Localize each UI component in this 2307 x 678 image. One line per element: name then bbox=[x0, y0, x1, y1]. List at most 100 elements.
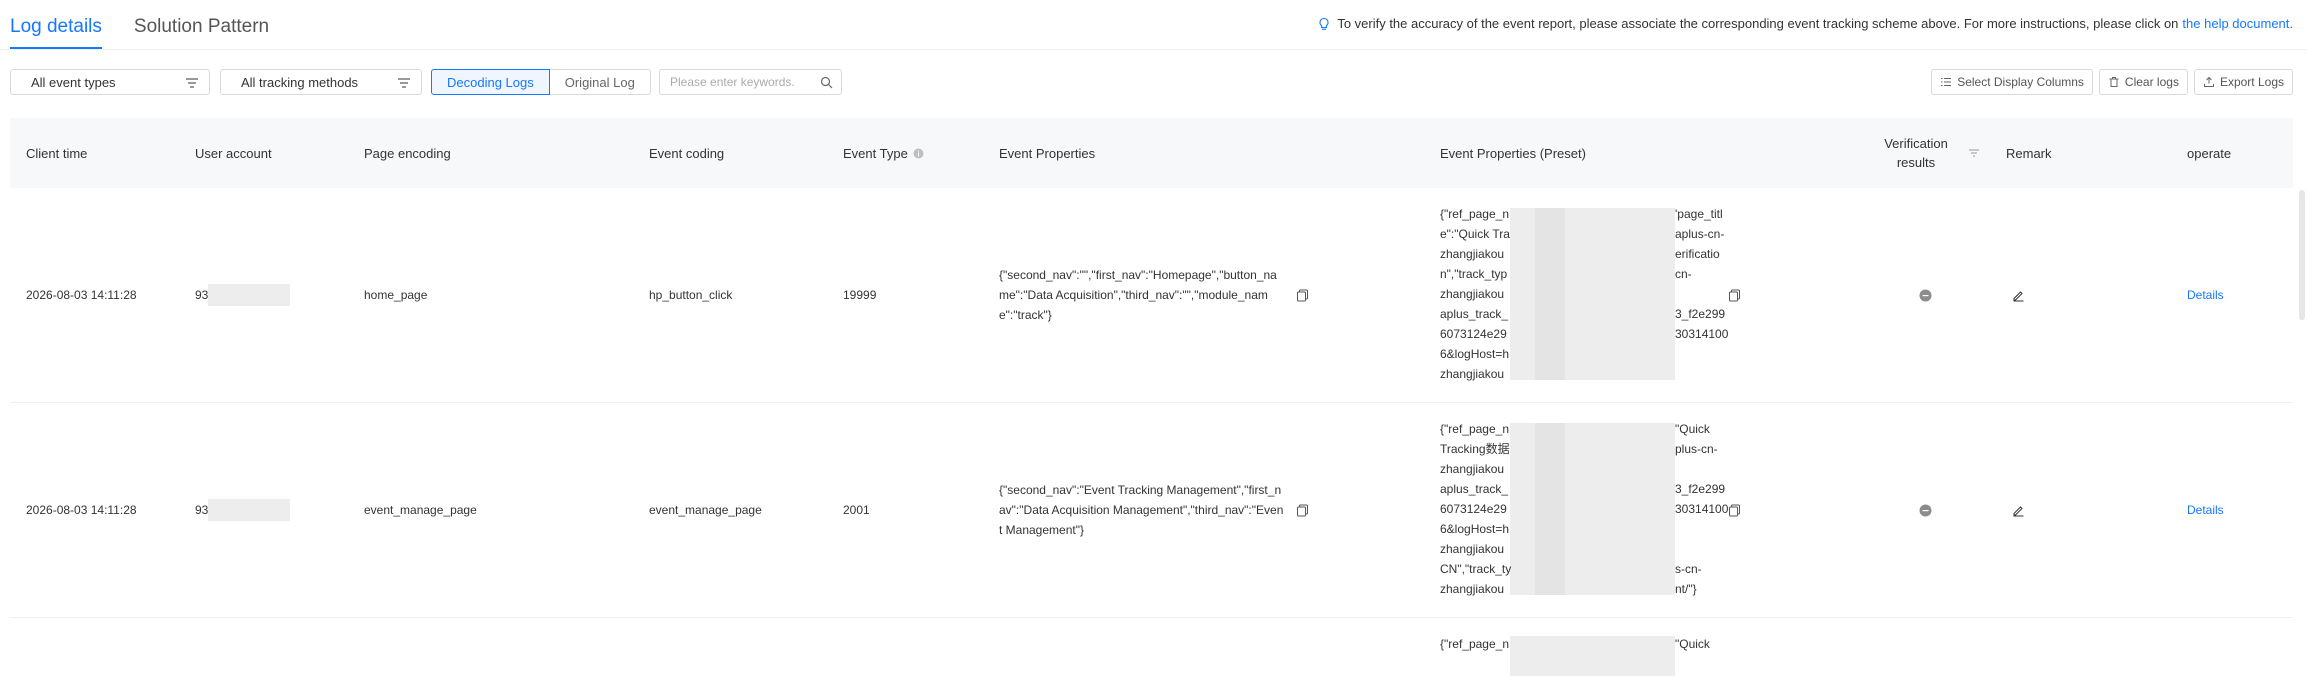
edit-icon[interactable] bbox=[2012, 504, 2025, 517]
preset-line: zhangjiakou bbox=[1440, 284, 1730, 304]
preset-line-end: 3_f2e299 bbox=[1675, 482, 1726, 496]
table-actions: Select Display Columns Clear logs Export… bbox=[1931, 69, 2293, 95]
page-encoding-cell: home_page bbox=[364, 288, 428, 302]
edit-icon[interactable] bbox=[2012, 289, 2025, 302]
toolbar: All event types All tracking methods Dec… bbox=[10, 69, 2293, 97]
filter-icon bbox=[186, 78, 198, 88]
event-properties-cell: {"second_nav":"Event Tracking Management… bbox=[999, 483, 1284, 537]
redacted-block bbox=[208, 284, 291, 306]
preset-line-end: cn- bbox=[1675, 267, 1692, 281]
preset-line-start: zhangjiakou bbox=[1440, 462, 1505, 476]
verification-cell bbox=[1919, 403, 1932, 617]
minus-circle-icon bbox=[1919, 289, 1932, 301]
preset-line-start: {"ref_page_n bbox=[1440, 207, 1509, 221]
list-icon bbox=[1941, 78, 1952, 86]
details-link[interactable]: Details bbox=[2187, 188, 2224, 402]
copy-preset-cell bbox=[1728, 188, 1741, 402]
filter-icon[interactable] bbox=[1968, 147, 1980, 159]
export-logs-button[interactable]: Export Logs bbox=[2193, 69, 2293, 95]
copy-icon[interactable] bbox=[1728, 504, 1741, 517]
page-encoding-cell: event_manage_page bbox=[364, 503, 477, 517]
header-event-properties-preset: Event Properties (Preset) bbox=[1440, 145, 1586, 161]
minus-circle-icon bbox=[1919, 504, 1932, 516]
export-icon bbox=[2203, 76, 2214, 87]
preset-line-start: CN","track_ty bbox=[1440, 562, 1512, 576]
preset-line: Tracking数据 plus-cn- bbox=[1440, 439, 1730, 459]
tab-solution-pattern[interactable]: Solution Pattern bbox=[134, 0, 269, 50]
clear-logs-label: Clear logs bbox=[2124, 75, 2179, 89]
event-type-select-value: All event types bbox=[31, 74, 116, 90]
preset-line-end: "Quick bbox=[1675, 637, 1710, 651]
preset-line-start: zhangjiakou bbox=[1440, 542, 1505, 556]
copy-icon[interactable] bbox=[1296, 289, 1309, 302]
preset-line-start: n","track_typ bbox=[1440, 267, 1508, 281]
tab-bar: Log details Solution Pattern bbox=[10, 0, 301, 50]
copy-properties-cell bbox=[1296, 188, 1309, 402]
search-input[interactable] bbox=[668, 74, 812, 90]
copy-icon[interactable] bbox=[1728, 289, 1741, 302]
remark-cell bbox=[2012, 403, 2025, 617]
notice-text: To verify the accuracy of the event repo… bbox=[1337, 16, 2179, 31]
preset-line: e":"Quick Tra aplus-cn- bbox=[1440, 224, 1730, 244]
event-type-select[interactable]: All event types bbox=[10, 69, 210, 95]
event-type-cell: 19999 bbox=[843, 288, 877, 302]
preset-line-end: aplus-cn- bbox=[1675, 227, 1725, 241]
preset-line-end: nt/"} bbox=[1675, 582, 1697, 596]
preset-line: zhangjiakou bbox=[1440, 364, 1730, 384]
header-verification-line1: Verification bbox=[1884, 136, 1948, 151]
preset-lines: {"ref_page_n "Quick bbox=[1440, 634, 1730, 654]
preset-line: zhangjiakou bbox=[1440, 539, 1730, 559]
header-operate: operate bbox=[2187, 145, 2232, 161]
preset-line-start: 6073124e29 bbox=[1440, 327, 1507, 341]
decoding-logs-button[interactable]: Decoding Logs bbox=[431, 69, 550, 95]
header-filter-cell bbox=[1968, 118, 1980, 188]
tracking-method-select[interactable]: All tracking methods bbox=[220, 69, 422, 95]
preset-line-end: 'page_titl bbox=[1675, 207, 1723, 221]
help-document-link[interactable]: the help document. bbox=[2182, 16, 2293, 31]
preset-line-start: 6&logHost=h bbox=[1440, 347, 1510, 361]
preset-line-end: plus-cn- bbox=[1675, 442, 1718, 456]
preset-line-start: aplus_track_ bbox=[1440, 482, 1509, 496]
preset-line: zhangjiakou nt/"} bbox=[1440, 579, 1730, 599]
preset-line-start: zhangjiakou bbox=[1440, 287, 1505, 301]
keyword-search bbox=[659, 69, 842, 95]
preset-line: zhangjiakou erificatio bbox=[1440, 244, 1730, 264]
user-account-value: 93 bbox=[195, 503, 209, 517]
tracking-method-select-value: All tracking methods bbox=[241, 74, 359, 90]
preset-line-start: e":"Quick Tra bbox=[1440, 227, 1510, 241]
copy-icon[interactable] bbox=[1296, 504, 1309, 517]
search-icon[interactable] bbox=[820, 76, 833, 89]
select-display-columns-label: Select Display Columns bbox=[1957, 75, 2084, 89]
client-time-cell: 2026-08-03 14:11:28 bbox=[26, 503, 137, 517]
info-icon[interactable] bbox=[913, 148, 924, 159]
preset-line: {"ref_page_n "Quick bbox=[1440, 419, 1730, 439]
preset-line: CN","track_ty s-cn- bbox=[1440, 559, 1730, 579]
client-time-cell: 2026-08-03 14:11:28 bbox=[26, 288, 137, 302]
event-coding-cell: event_manage_page bbox=[649, 503, 762, 517]
table-header: Client time User account Page encoding E… bbox=[10, 118, 2293, 188]
table-scrollbar[interactable] bbox=[2299, 190, 2305, 320]
header-verification-results: Verification results bbox=[1876, 118, 1956, 188]
user-account-value: 93 bbox=[195, 288, 209, 302]
event-properties-cell: {"second_nav":"","first_nav":"Homepage",… bbox=[999, 268, 1277, 322]
user-account-cell: 93 bbox=[195, 188, 291, 402]
select-display-columns-button[interactable]: Select Display Columns bbox=[1931, 69, 2093, 95]
preset-line-end: "Quick bbox=[1675, 422, 1710, 436]
preset-properties-cell: {"ref_page_n "Quick bbox=[1440, 634, 1730, 676]
table-row: {"ref_page_n "Quick bbox=[10, 618, 2293, 678]
preset-properties-cell: {"ref_page_n "Quick Tracking数据 plus-cn-zhan… bbox=[1440, 419, 1730, 599]
verification-cell bbox=[1919, 188, 1932, 402]
preset-line-end: 3_f2e299 bbox=[1675, 307, 1726, 321]
event-coding-cell: hp_button_click bbox=[649, 288, 733, 302]
details-link[interactable]: Details bbox=[2187, 403, 2224, 617]
preset-properties-cell: {"ref_page_n 'page_titl e":"Quick Tra aplus… bbox=[1440, 204, 1730, 384]
tabs-divider bbox=[0, 49, 2307, 50]
preset-line-end: 30314100 bbox=[1675, 502, 1729, 516]
preset-line-start: Tracking数据 bbox=[1440, 442, 1510, 456]
preset-line-start: zhangjiakou bbox=[1440, 582, 1505, 596]
tab-log-details[interactable]: Log details bbox=[10, 0, 102, 50]
original-log-button[interactable]: Original Log bbox=[549, 69, 651, 95]
clear-logs-button[interactable]: Clear logs bbox=[2098, 69, 2188, 95]
preset-line-start: zhangjiakou bbox=[1440, 247, 1505, 261]
export-logs-label: Export Logs bbox=[2219, 75, 2284, 89]
